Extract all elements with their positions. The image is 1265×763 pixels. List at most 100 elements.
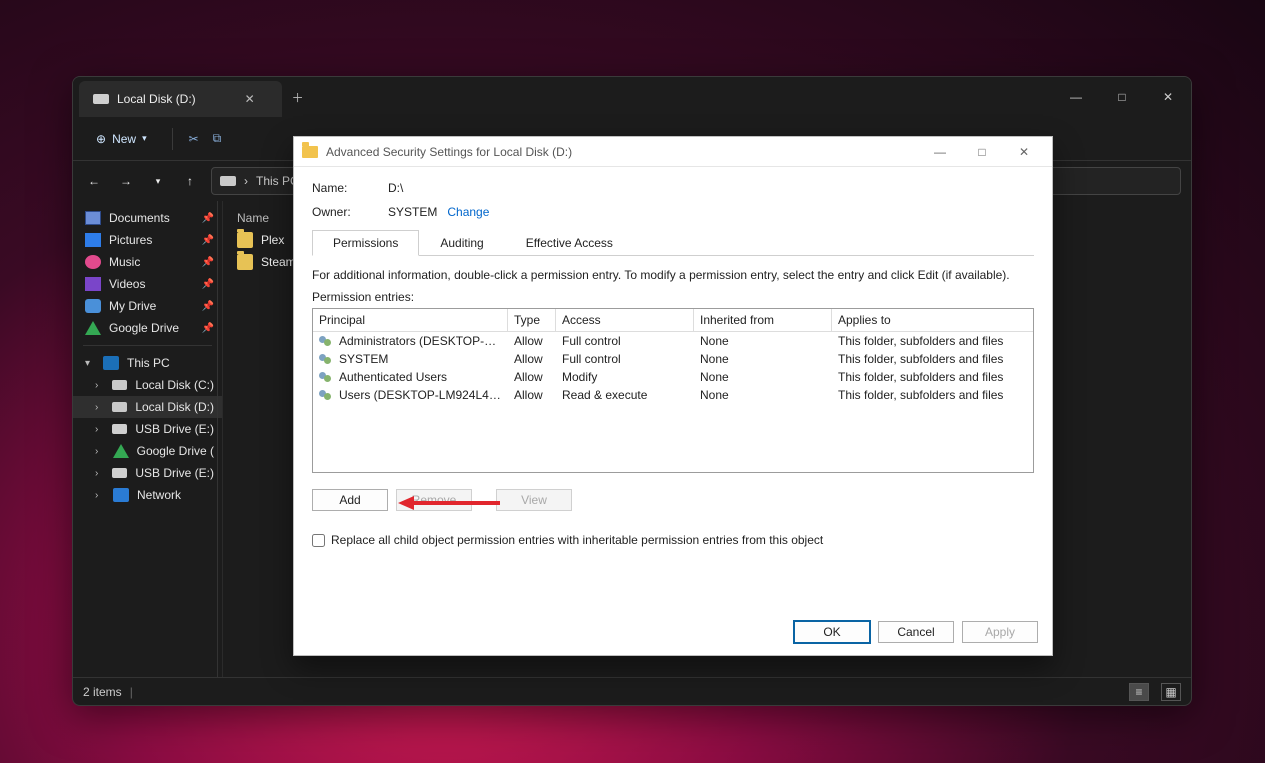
cell-principal: SYSTEM [313, 350, 508, 368]
tab-title: Local Disk (D:) [117, 92, 196, 106]
explorer-tab[interactable]: Local Disk (D:) ✕ [79, 81, 282, 117]
ok-button[interactable]: OK [794, 621, 870, 643]
cell-applies: This folder, subfolders and files [832, 368, 1033, 386]
copy-icon[interactable]: ⧉ [213, 131, 222, 146]
add-button[interactable]: Add [312, 489, 388, 511]
sidebar-item[interactable]: My Drive📌 [73, 295, 222, 317]
entries-label: Permission entries: [312, 290, 1034, 304]
table-header: Principal Type Access Inherited from App… [313, 309, 1033, 332]
col-access[interactable]: Access [556, 309, 694, 332]
sidebar-item-this-pc[interactable]: ▾ This PC [73, 352, 222, 374]
new-button[interactable]: ⊕ New ▾ [87, 127, 156, 151]
sidebar-item[interactable]: ›Google Drive ( [73, 440, 222, 462]
name-value: D:\ [388, 181, 403, 195]
status-text: 2 items [83, 685, 122, 699]
cell-type: Allow [508, 368, 556, 386]
sidebar-item[interactable]: Videos📌 [73, 273, 222, 295]
sidebar-item[interactable]: ›Local Disk (C:) [73, 374, 222, 396]
minimize-button[interactable]: — [920, 141, 960, 163]
pin-icon: 📌 [202, 257, 214, 268]
sidebar-item[interactable]: ›Local Disk (D:) [73, 396, 222, 418]
close-tab-icon[interactable]: ✕ [232, 92, 268, 106]
cell-inherited: None [694, 332, 832, 350]
cell-access: Modify [556, 368, 694, 386]
close-button[interactable]: ✕ [1004, 141, 1044, 163]
breadcrumb-chevron-icon: › [244, 174, 248, 188]
cell-inherited: None [694, 386, 832, 404]
col-inherited[interactable]: Inherited from [694, 309, 832, 332]
group-icon [319, 354, 335, 366]
up-button[interactable]: ↑ [179, 174, 201, 188]
chevron-down-icon: ▾ [85, 358, 95, 369]
dialog-footer: OK Cancel Apply [794, 621, 1038, 643]
group-icon [319, 372, 335, 384]
col-applies[interactable]: Applies to [832, 309, 1033, 332]
titlebar: Local Disk (D:) ✕ ＋ — □ ✕ [73, 77, 1191, 117]
change-owner-link[interactable]: Change [447, 205, 489, 219]
sidebar: Documents 📌 Pictures📌Music📌Videos📌My Drive… [73, 201, 223, 677]
col-principal[interactable]: Principal [313, 309, 508, 332]
tab-auditing[interactable]: Auditing [419, 230, 504, 256]
folder-icon [237, 232, 253, 248]
cancel-button[interactable]: Cancel [878, 621, 954, 643]
content-divider [217, 201, 218, 677]
new-button-label: New [112, 132, 136, 146]
cell-applies: This folder, subfolders and files [832, 386, 1033, 404]
cell-type: Allow [508, 350, 556, 368]
table-row[interactable]: Administrators (DESKTOP-LM92…AllowFull c… [313, 332, 1033, 350]
thumbnails-view-button[interactable]: ▦ [1161, 683, 1181, 701]
replace-children-checkbox[interactable] [312, 534, 325, 547]
cell-inherited: None [694, 368, 832, 386]
sidebar-item[interactable]: ›USB Drive (E:) [73, 418, 222, 440]
sidebar-item[interactable]: Music📌 [73, 251, 222, 273]
close-button[interactable]: ✕ [1145, 77, 1191, 117]
sidebar-label: Documents [109, 211, 170, 225]
sidebar-label: Local Disk (C:) [135, 378, 214, 392]
sidebar-icon [85, 321, 101, 335]
back-button[interactable]: ← [83, 174, 105, 188]
cell-inherited: None [694, 350, 832, 368]
sidebar-icon [85, 255, 101, 269]
cell-principal: Users (DESKTOP-LM924L4\Users) [313, 386, 508, 404]
sidebar-item[interactable]: ›Network [73, 484, 222, 506]
table-row[interactable]: Users (DESKTOP-LM924L4\Users)AllowRead &… [313, 386, 1033, 404]
dialog-title: Advanced Security Settings for Local Dis… [326, 145, 572, 159]
maximize-button[interactable]: □ [1099, 77, 1145, 117]
folder-icon [237, 254, 253, 270]
pin-icon: 📌 [202, 279, 214, 290]
info-text: For additional information, double-click… [312, 268, 1034, 282]
sidebar-item[interactable]: ›USB Drive (E:) [73, 462, 222, 484]
sidebar-label: Local Disk (D:) [135, 400, 214, 414]
sidebar-item[interactable]: Documents 📌 [73, 207, 222, 229]
sidebar-item[interactable]: Pictures📌 [73, 229, 222, 251]
history-chevron-icon[interactable]: ▾ [147, 176, 169, 187]
tab-permissions[interactable]: Permissions [312, 230, 419, 256]
chevron-right-icon: › [95, 446, 105, 457]
replace-children-label: Replace all child object permission entr… [331, 533, 823, 547]
item-name: Steam [261, 255, 296, 269]
view-button: View [496, 489, 572, 511]
sidebar-item[interactable]: Google Drive📌 [73, 317, 222, 339]
cell-applies: This folder, subfolders and files [832, 332, 1033, 350]
folder-icon [302, 146, 318, 158]
sidebar-icon [85, 299, 101, 313]
drive-icon [220, 176, 236, 186]
table-row[interactable]: Authenticated UsersAllowModifyNoneThis f… [313, 368, 1033, 386]
tab-effective-access[interactable]: Effective Access [505, 230, 634, 256]
minimize-button[interactable]: — [1053, 77, 1099, 117]
maximize-button[interactable]: □ [962, 141, 1002, 163]
dialog-titlebar: Advanced Security Settings for Local Dis… [294, 137, 1052, 167]
table-row[interactable]: SYSTEMAllowFull controlNoneThis folder, … [313, 350, 1033, 368]
toolbar-separator [172, 128, 173, 150]
owner-value: SYSTEM [388, 205, 437, 219]
details-view-button[interactable]: ≡ [1129, 683, 1149, 701]
sidebar-label: Google Drive [109, 321, 179, 335]
owner-label: Owner: [312, 205, 372, 219]
pin-icon: 📌 [202, 213, 214, 224]
forward-button[interactable]: → [115, 174, 137, 188]
col-type[interactable]: Type [508, 309, 556, 332]
new-tab-button[interactable]: ＋ [282, 77, 314, 117]
plus-circle-icon: ⊕ [96, 132, 106, 146]
status-bar: 2 items | ≡ ▦ [73, 677, 1191, 705]
cut-icon[interactable]: ✂ [189, 132, 199, 146]
